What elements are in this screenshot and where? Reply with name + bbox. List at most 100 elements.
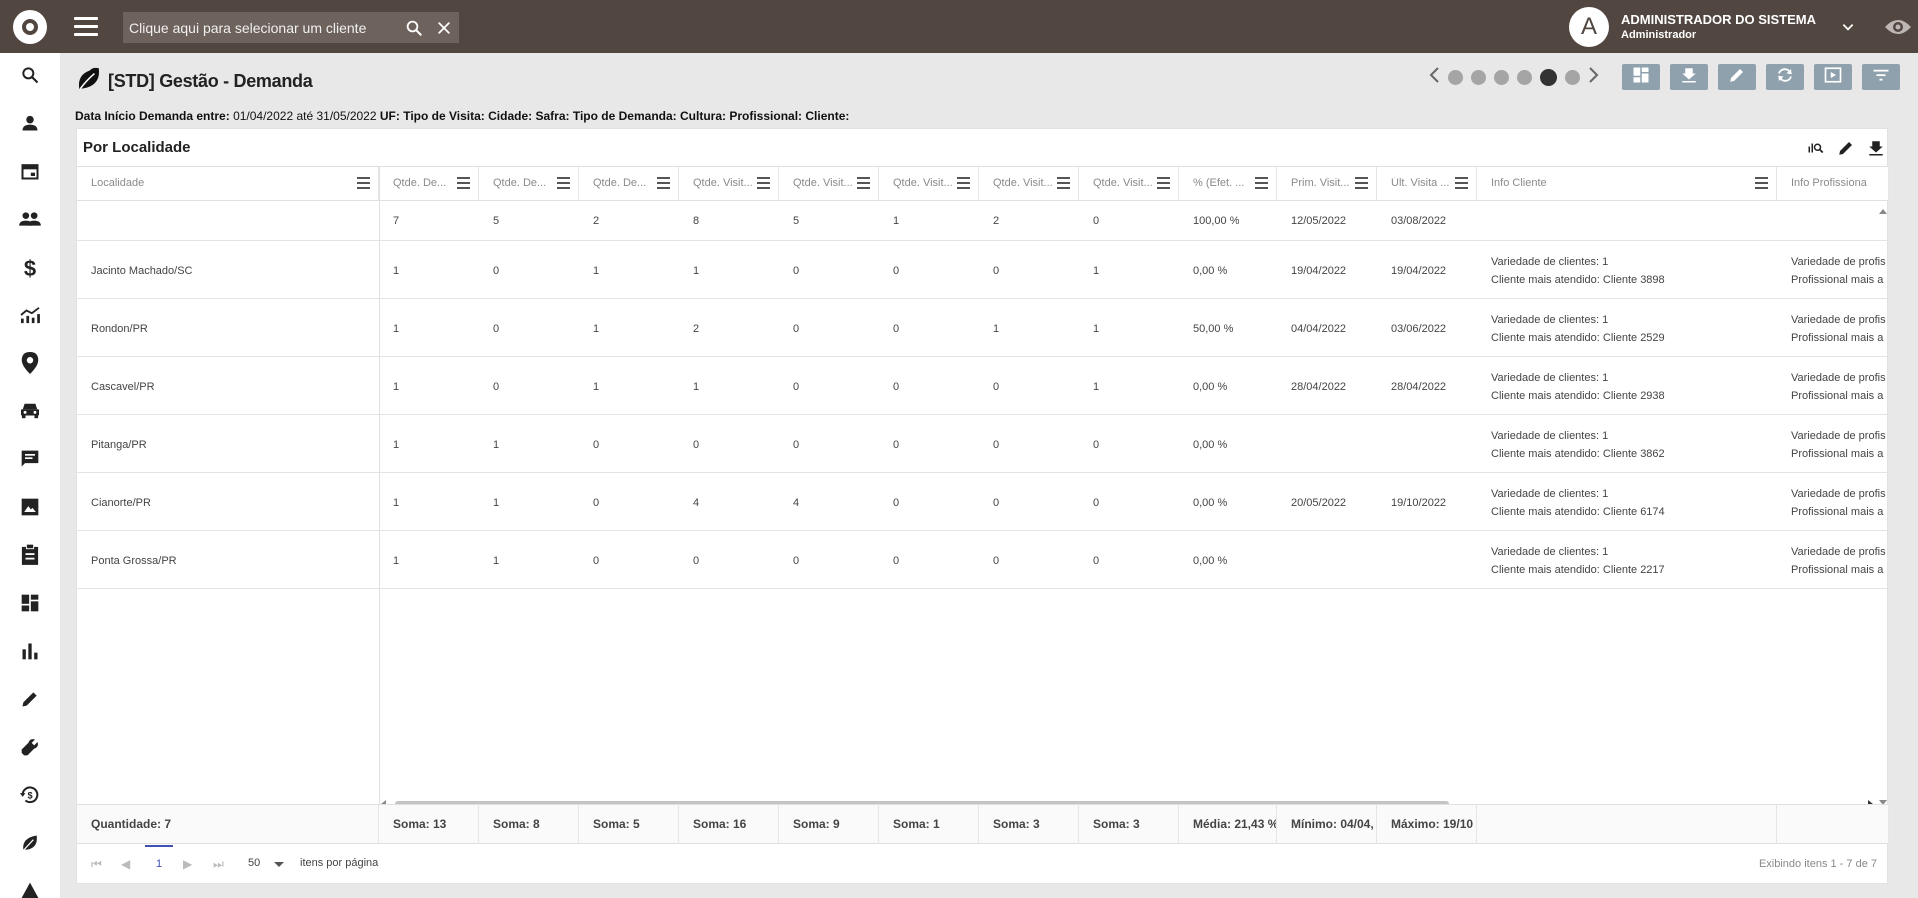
- first-page-icon[interactable]: ⏮: [91, 857, 103, 871]
- sidebar-item-location[interactable]: [0, 341, 60, 389]
- column-menu-icon[interactable]: [1157, 177, 1170, 189]
- table-row[interactable]: Rondon/PR 1 0 1 2 0 0 1 1 50,00 % 04/04/2022 03/06/…: [77, 299, 1889, 357]
- column-header[interactable]: Últ. Visita ...: [1377, 167, 1477, 201]
- sidebar-item-gallery[interactable]: [0, 485, 60, 533]
- column-header[interactable]: Info Cliente: [1477, 167, 1777, 201]
- pager-dot-active[interactable]: [1540, 69, 1557, 86]
- layout-button[interactable]: [1622, 64, 1660, 90]
- column-header[interactable]: Qtde. De...: [379, 167, 479, 201]
- locality-cell: Pitanga/PR: [91, 439, 147, 451]
- column-menu-icon[interactable]: [357, 177, 370, 189]
- chevron-left-icon[interactable]: [1428, 66, 1440, 89]
- client-info-top: Cliente mais atendido: Cliente 3898: [1491, 274, 1665, 286]
- user-name: ADMINISTRADOR DO SISTEMA: [1621, 12, 1816, 27]
- sidebar-item-car[interactable]: [0, 389, 60, 437]
- app-logo[interactable]: [0, 0, 60, 53]
- analytics-search-icon[interactable]: [1805, 137, 1827, 159]
- search-icon[interactable]: [399, 12, 429, 43]
- table-cell: 1: [393, 555, 400, 567]
- sidebar-item-finance[interactable]: $: [0, 245, 60, 293]
- sidebar-item-edit[interactable]: [0, 677, 60, 725]
- pager-dot[interactable]: [1517, 70, 1532, 85]
- last-page-icon[interactable]: ⏭: [213, 857, 225, 871]
- table-row[interactable]: Pitanga/PR 1 1 0 0 0 0 0 0 0,00 % Variedade de cli…: [77, 415, 1889, 473]
- column-menu-icon[interactable]: [1255, 177, 1268, 189]
- pager-dot[interactable]: [1494, 70, 1509, 85]
- column-menu-icon[interactable]: [1057, 177, 1070, 189]
- column-header[interactable]: Qtde. De...: [479, 167, 579, 201]
- scroll-up-icon[interactable]: [1879, 209, 1887, 214]
- sidebar-item-trending[interactable]: [0, 293, 60, 341]
- eye-icon[interactable]: [1878, 17, 1918, 37]
- menu-toggle-button[interactable]: [60, 0, 112, 53]
- sidebar-item-search[interactable]: [0, 53, 60, 101]
- sidebar-item-messages[interactable]: [0, 437, 60, 485]
- sidebar-item-dashboard[interactable]: [0, 581, 60, 629]
- column-header[interactable]: Qtde. Visit...: [679, 167, 779, 201]
- column-header[interactable]: Qtde. Visit...: [779, 167, 879, 201]
- table-cell: 0: [793, 265, 800, 277]
- column-menu-icon[interactable]: [457, 177, 470, 189]
- table-cell: 1: [693, 381, 700, 393]
- column-header[interactable]: Info Profissional: [1777, 167, 1889, 201]
- pager-dot[interactable]: [1448, 70, 1463, 85]
- per-page-select[interactable]: 50: [248, 857, 260, 869]
- sidebar-item-history[interactable]: $: [0, 773, 60, 821]
- download-button[interactable]: [1670, 64, 1708, 90]
- prev-page-icon[interactable]: ◀: [121, 857, 133, 871]
- client-search-input[interactable]: [123, 12, 399, 43]
- column-header[interactable]: Qtde. Visit...: [879, 167, 979, 201]
- sidebar-item-people[interactable]: [0, 197, 60, 245]
- table-row[interactable]: Jacinto Machado/SC 1 0 1 1 0 0 0 1 0,00 % 19/04/20…: [77, 241, 1889, 299]
- pager-dot[interactable]: [1471, 70, 1486, 85]
- sidebar-item-person[interactable]: [0, 101, 60, 149]
- column-menu-icon[interactable]: [857, 177, 870, 189]
- column-menu-icon[interactable]: [657, 177, 670, 189]
- sidebar-item-reports[interactable]: [0, 629, 60, 677]
- pencil-icon[interactable]: [1835, 137, 1857, 159]
- per-page-label: itens por página: [300, 857, 379, 869]
- column-menu-icon[interactable]: [1455, 177, 1468, 189]
- aggregate-cell: Média: 21,43 %: [1179, 805, 1277, 844]
- chevron-down-icon[interactable]: [274, 862, 284, 867]
- column-menu-icon[interactable]: [757, 177, 770, 189]
- refresh-button[interactable]: [1766, 64, 1804, 90]
- avatar[interactable]: A: [1569, 6, 1609, 47]
- chevron-down-icon[interactable]: [1838, 20, 1858, 34]
- table-row[interactable]: Cascavel/PR 1 0 1 1 0 0 0 1 0,00 % 28/04/2022 28/04…: [77, 357, 1889, 415]
- column-menu-icon[interactable]: [957, 177, 970, 189]
- sidebar-item-tools[interactable]: [0, 725, 60, 773]
- search-icon: [20, 65, 40, 90]
- page-number[interactable]: 1: [145, 845, 173, 883]
- table-row[interactable]: Ponta Grossa/PR 1 1 0 0 0 0 0 0 0,00 % Variedade d…: [77, 531, 1889, 589]
- column-header-label: Qtde. Visit...: [993, 177, 1053, 189]
- sidebar-item-assignments[interactable]: [0, 533, 60, 581]
- column-header[interactable]: Prim. Visit...: [1277, 167, 1377, 201]
- chevron-right-icon[interactable]: [1588, 66, 1600, 89]
- column-menu-icon[interactable]: [1355, 177, 1368, 189]
- column-header[interactable]: Localidade: [77, 167, 379, 201]
- edit-button[interactable]: [1718, 64, 1756, 90]
- table-cell: 0: [793, 381, 800, 393]
- column-header[interactable]: Qtde. De...: [579, 167, 679, 201]
- sidebar-item-alerts[interactable]: [0, 869, 60, 898]
- sidebar-item-agro[interactable]: [0, 821, 60, 869]
- pager-dot[interactable]: [1565, 70, 1580, 85]
- table-row[interactable]: Cianorte/PR 1 1 0 4 4 0 0 0 0,00 % 20/05/2022 19/10…: [77, 473, 1889, 531]
- next-page-icon[interactable]: ▶: [183, 857, 195, 871]
- filter-button[interactable]: [1862, 64, 1900, 90]
- column-header[interactable]: Qtde. Visit...: [979, 167, 1079, 201]
- professional-info-top: Profissional mais a: [1791, 390, 1884, 402]
- user-info[interactable]: ADMINISTRADOR DO SISTEMA Administrador: [1621, 12, 1816, 41]
- sidebar-item-calendar[interactable]: [0, 149, 60, 197]
- column-menu-icon[interactable]: [557, 177, 570, 189]
- column-menu-icon[interactable]: [1755, 177, 1768, 189]
- column-header[interactable]: % (Efet. ...: [1179, 167, 1277, 201]
- column-header-label: Localidade: [91, 177, 145, 189]
- calendar-icon: [20, 161, 40, 186]
- clear-icon[interactable]: [429, 12, 459, 43]
- top-bar: A ADMINISTRADOR DO SISTEMA Administrador: [0, 0, 1918, 53]
- download-icon[interactable]: [1865, 137, 1887, 159]
- column-header[interactable]: Qtde. Visit...: [1079, 167, 1179, 201]
- presentation-button[interactable]: [1814, 64, 1852, 90]
